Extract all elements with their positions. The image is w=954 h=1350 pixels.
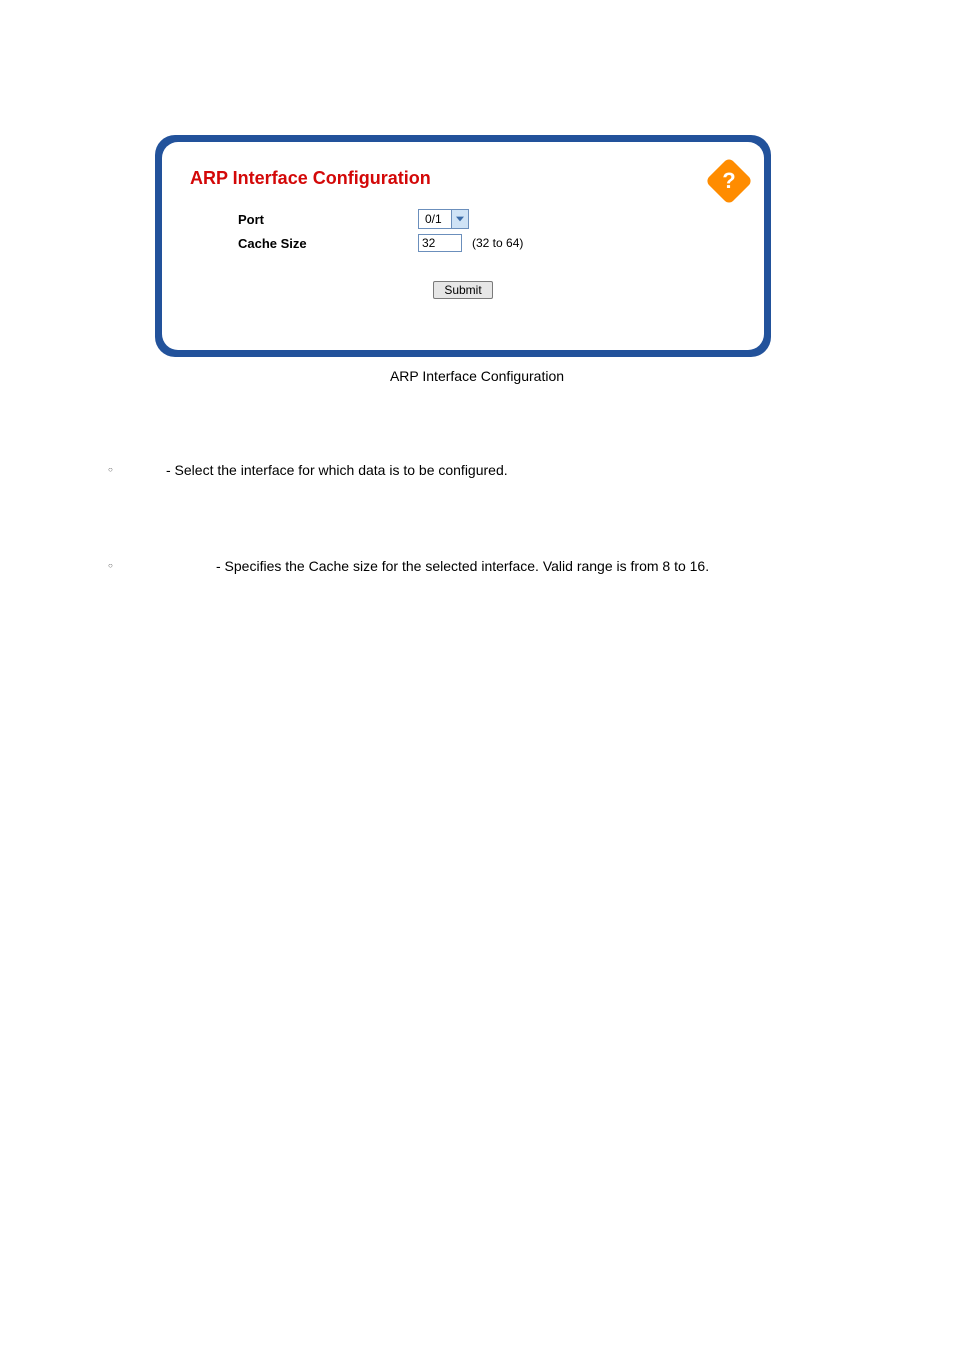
bullet-text: - Select the interface for which data is… bbox=[166, 460, 848, 480]
cache-size-hint: (32 to 64) bbox=[472, 236, 523, 250]
panel-title: ARP Interface Configuration bbox=[190, 168, 736, 189]
bullet-text: - Specifies the Cache size for the selec… bbox=[216, 556, 848, 576]
bullet-marker-icon: ○ bbox=[108, 460, 166, 480]
label-cache-size: Cache Size bbox=[238, 236, 418, 251]
bullet-item: ○ - Select the interface for which data … bbox=[108, 460, 848, 480]
chevron-down-icon bbox=[451, 210, 468, 228]
bullet-marker-icon: ○ bbox=[108, 556, 216, 576]
port-select-value: 0/1 bbox=[419, 212, 451, 226]
form: Port 0/1 Cache Size (32 to bbox=[238, 207, 736, 255]
config-panel: ARP Interface Configuration ? Port 0/1 bbox=[162, 142, 764, 350]
figure-caption: ARP Interface Configuration bbox=[0, 368, 954, 384]
cache-size-input[interactable] bbox=[418, 234, 462, 252]
submit-button[interactable]: Submit bbox=[433, 281, 492, 299]
row-port: Port 0/1 bbox=[238, 207, 736, 231]
help-button[interactable]: ? bbox=[712, 164, 746, 198]
port-select[interactable]: 0/1 bbox=[418, 209, 469, 229]
row-cache-size: Cache Size (32 to 64) bbox=[238, 231, 736, 255]
question-mark-icon: ? bbox=[712, 164, 746, 198]
label-port: Port bbox=[238, 212, 418, 227]
config-panel-frame: ARP Interface Configuration ? Port 0/1 bbox=[155, 135, 771, 357]
bullet-item: ○ - Specifies the Cache size for the sel… bbox=[108, 556, 848, 576]
